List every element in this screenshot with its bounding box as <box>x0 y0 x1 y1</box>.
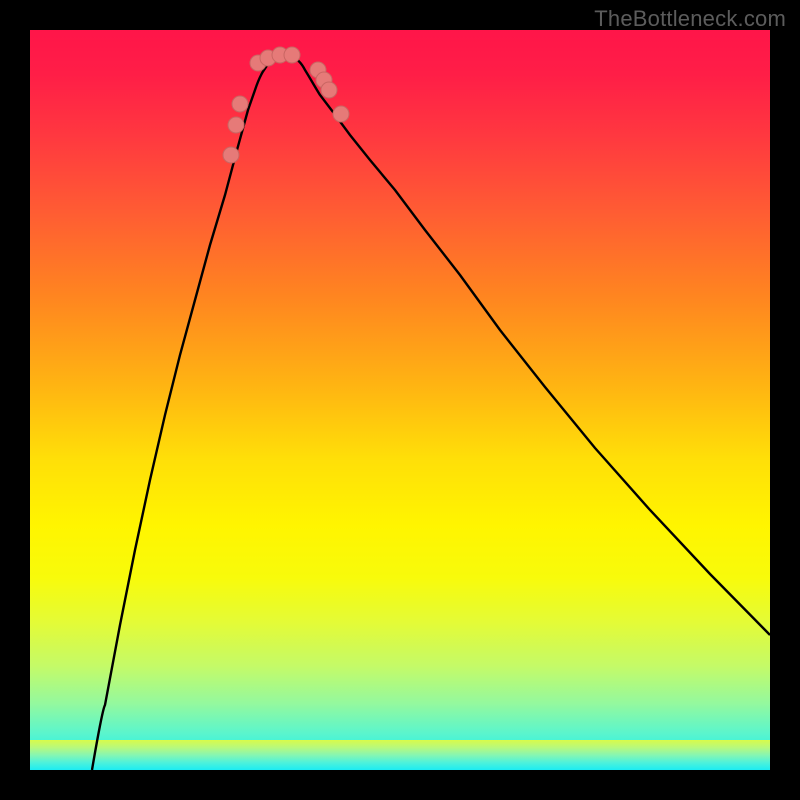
trough-markers <box>223 47 349 163</box>
chart-stage: TheBottleneck.com <box>0 0 800 800</box>
bottleneck-curve <box>92 56 770 771</box>
watermark-label: TheBottleneck.com <box>594 6 786 32</box>
curve-layer <box>30 30 770 770</box>
plot-area <box>30 30 770 770</box>
